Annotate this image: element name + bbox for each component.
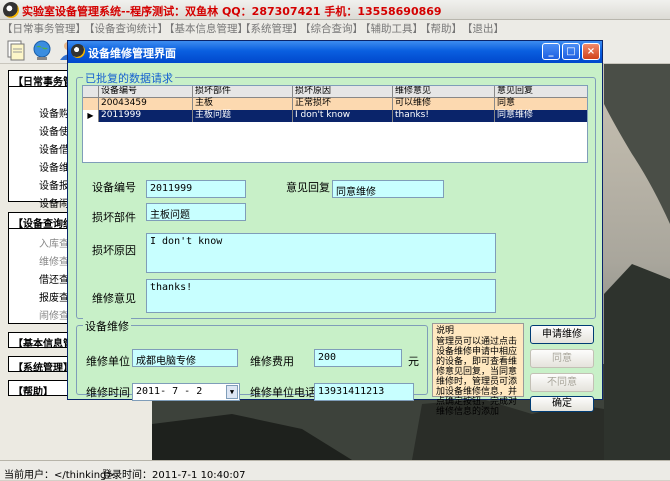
- chevron-down-icon[interactable]: ▼: [226, 385, 238, 399]
- reply-label: 意见回复: [286, 181, 330, 194]
- device-no-label: 设备编号: [92, 181, 136, 194]
- close-icon[interactable]: ×: [582, 43, 600, 60]
- opinion-label: 维修意见: [92, 292, 136, 305]
- approved-requests-grid[interactable]: 设备编号 损坏部件 损坏原因 维修意见 意见回复 20043459 主板 正常损…: [82, 85, 588, 163]
- note-title: 说明: [436, 326, 455, 336]
- nav-item-trouble-query[interactable]: 闹修查: [39, 307, 69, 322]
- grid-header-row: 设备编号 损坏部件 损坏原因 维修意见 意见回复: [83, 86, 587, 98]
- row-pointer-icon: ▶: [83, 110, 99, 122]
- apply-repair-button[interactable]: 申请维修: [530, 325, 594, 344]
- nav-item-repair-query[interactable]: 维修查: [39, 253, 69, 268]
- cell-reason: 正常损坏: [293, 98, 393, 110]
- repair-time-value: 2011- 7 - 2: [136, 386, 203, 397]
- menu-exit[interactable]: 【退出】: [462, 21, 504, 36]
- nav-item-use[interactable]: 设备使: [39, 123, 69, 138]
- dialog-icon: [71, 44, 85, 58]
- toolbar-globe-icon[interactable]: [30, 38, 54, 62]
- minimize-icon[interactable]: _: [542, 43, 560, 60]
- cell-opinion: thanks!: [393, 110, 495, 122]
- repair-dialog: 设备维修管理界面 _ □ × 已批复的数据请求 设备编号 损坏部件 损坏原因 维…: [67, 40, 603, 417]
- repair-time-picker[interactable]: 2011- 7 - 2 ▼: [132, 383, 240, 401]
- nav-item-scrap[interactable]: 设备报: [39, 177, 69, 192]
- grid-header-reply[interactable]: 意见回复: [495, 86, 587, 98]
- cell-opinion: 可以维修: [393, 98, 495, 110]
- menu-system[interactable]: 【系统管理】: [240, 21, 303, 36]
- cell-reply: 同意维修: [495, 110, 587, 122]
- menu-tools[interactable]: 【辅助工具】: [360, 21, 423, 36]
- nav-item-borrow-query[interactable]: 借还查: [39, 271, 69, 286]
- table-row[interactable]: 20043459 主板 正常损坏 可以维修 同意: [83, 98, 587, 110]
- nav-item-purchase[interactable]: 设备购: [39, 105, 69, 120]
- nav-item-borrow[interactable]: 设备借: [39, 141, 69, 156]
- repair-phone-field[interactable]: 13931411213: [314, 383, 414, 401]
- reason-textarea[interactable]: I don't know: [146, 233, 496, 273]
- app-icon: [3, 2, 19, 18]
- nav-item-repair[interactable]: 设备维: [39, 159, 69, 174]
- disagree-button[interactable]: 不同意: [530, 373, 594, 392]
- agree-button[interactable]: 同意: [530, 349, 594, 368]
- status-current-user: 当前用户：</thinking>: [4, 470, 115, 481]
- cell-device-no: 20043459: [99, 98, 193, 110]
- menu-combined[interactable]: 【综合查询】: [300, 21, 363, 36]
- repair-legend: 设备维修: [83, 318, 131, 334]
- nav-item-scrap-query[interactable]: 报废查: [39, 289, 69, 304]
- grid-header-reason[interactable]: 损坏原因: [293, 86, 393, 98]
- app-title: 实验室设备管理系统--程序测试：双鱼林 QQ：287307421 手机：1355…: [22, 5, 442, 18]
- grid-header-opinion[interactable]: 维修意见: [393, 86, 495, 98]
- menu-query[interactable]: 【设备查询统计】: [84, 21, 168, 36]
- cell-device-no: 2011999: [99, 110, 193, 122]
- cell-part: 主板问题: [193, 110, 293, 122]
- dialog-title-bar[interactable]: 设备维修管理界面 _ □ ×: [68, 41, 602, 63]
- reason-label: 损坏原因: [92, 244, 136, 257]
- table-row-selected[interactable]: ▶ 2011999 主板问题 I don't know thanks! 同意维修: [83, 110, 587, 122]
- repair-unit-label: 维修单位: [86, 355, 130, 368]
- repair-cost-label: 维修费用: [250, 355, 294, 368]
- dialog-title: 设备维修管理界面: [88, 47, 176, 60]
- menu-help[interactable]: 【帮助】: [420, 21, 462, 36]
- cell-reason: I don't know: [293, 110, 393, 122]
- cell-part: 主板: [193, 98, 293, 110]
- reply-field[interactable]: 同意维修: [332, 180, 444, 198]
- repair-cost-field[interactable]: 200: [314, 349, 402, 367]
- maximize-icon[interactable]: □: [562, 43, 580, 60]
- part-field[interactable]: 主板问题: [146, 203, 246, 221]
- status-login-time: 登录时间：2011-7-1 10:40:07: [102, 470, 246, 481]
- repair-cost-unit: 元: [408, 355, 419, 368]
- cell-reply: 同意: [495, 98, 587, 110]
- nav-item-stock-query[interactable]: 入库查: [39, 235, 69, 250]
- repair-time-label: 维修时间: [86, 386, 130, 399]
- menu-daily[interactable]: 【日常事务管理】: [2, 21, 86, 36]
- opinion-textarea[interactable]: thanks!: [146, 279, 496, 313]
- menu-basic[interactable]: 【基本信息管理】: [164, 21, 248, 36]
- repair-phone-label: 维修单位电话: [250, 386, 316, 399]
- grid-header-device-no[interactable]: 设备编号: [99, 86, 193, 98]
- grid-header-part[interactable]: 损坏部件: [193, 86, 293, 98]
- instructions-note: 说明 管理员可以通过点击设备维修申请中相应的设备，即可查看维修意见回复，当同意维…: [432, 323, 524, 417]
- status-bar: 当前用户：</thinking> 登录时间：2011-7-1 10:40:07: [0, 460, 670, 481]
- part-label: 损坏部件: [92, 211, 136, 224]
- approved-requests-legend: 已批复的数据请求: [83, 70, 175, 86]
- repair-unit-field[interactable]: 成都电脑专修: [132, 349, 238, 367]
- device-no-field[interactable]: 2011999: [146, 180, 246, 198]
- menu-bar: 【日常事务管理】 【设备查询统计】 【基本信息管理】 【系统管理】 【综合查询】…: [0, 20, 670, 36]
- toolbar-documents-icon[interactable]: [4, 38, 28, 62]
- app-title-bar: 实验室设备管理系统--程序测试：双鱼林 QQ：287307421 手机：1355…: [0, 0, 670, 20]
- confirm-button[interactable]: 确定: [530, 396, 594, 412]
- nav-item-trouble[interactable]: 设备闹: [39, 195, 69, 210]
- note-text: 管理员可以通过点击设备维修申请中相应的设备，即可查看维修意见回复，当同意维修时，…: [436, 337, 518, 417]
